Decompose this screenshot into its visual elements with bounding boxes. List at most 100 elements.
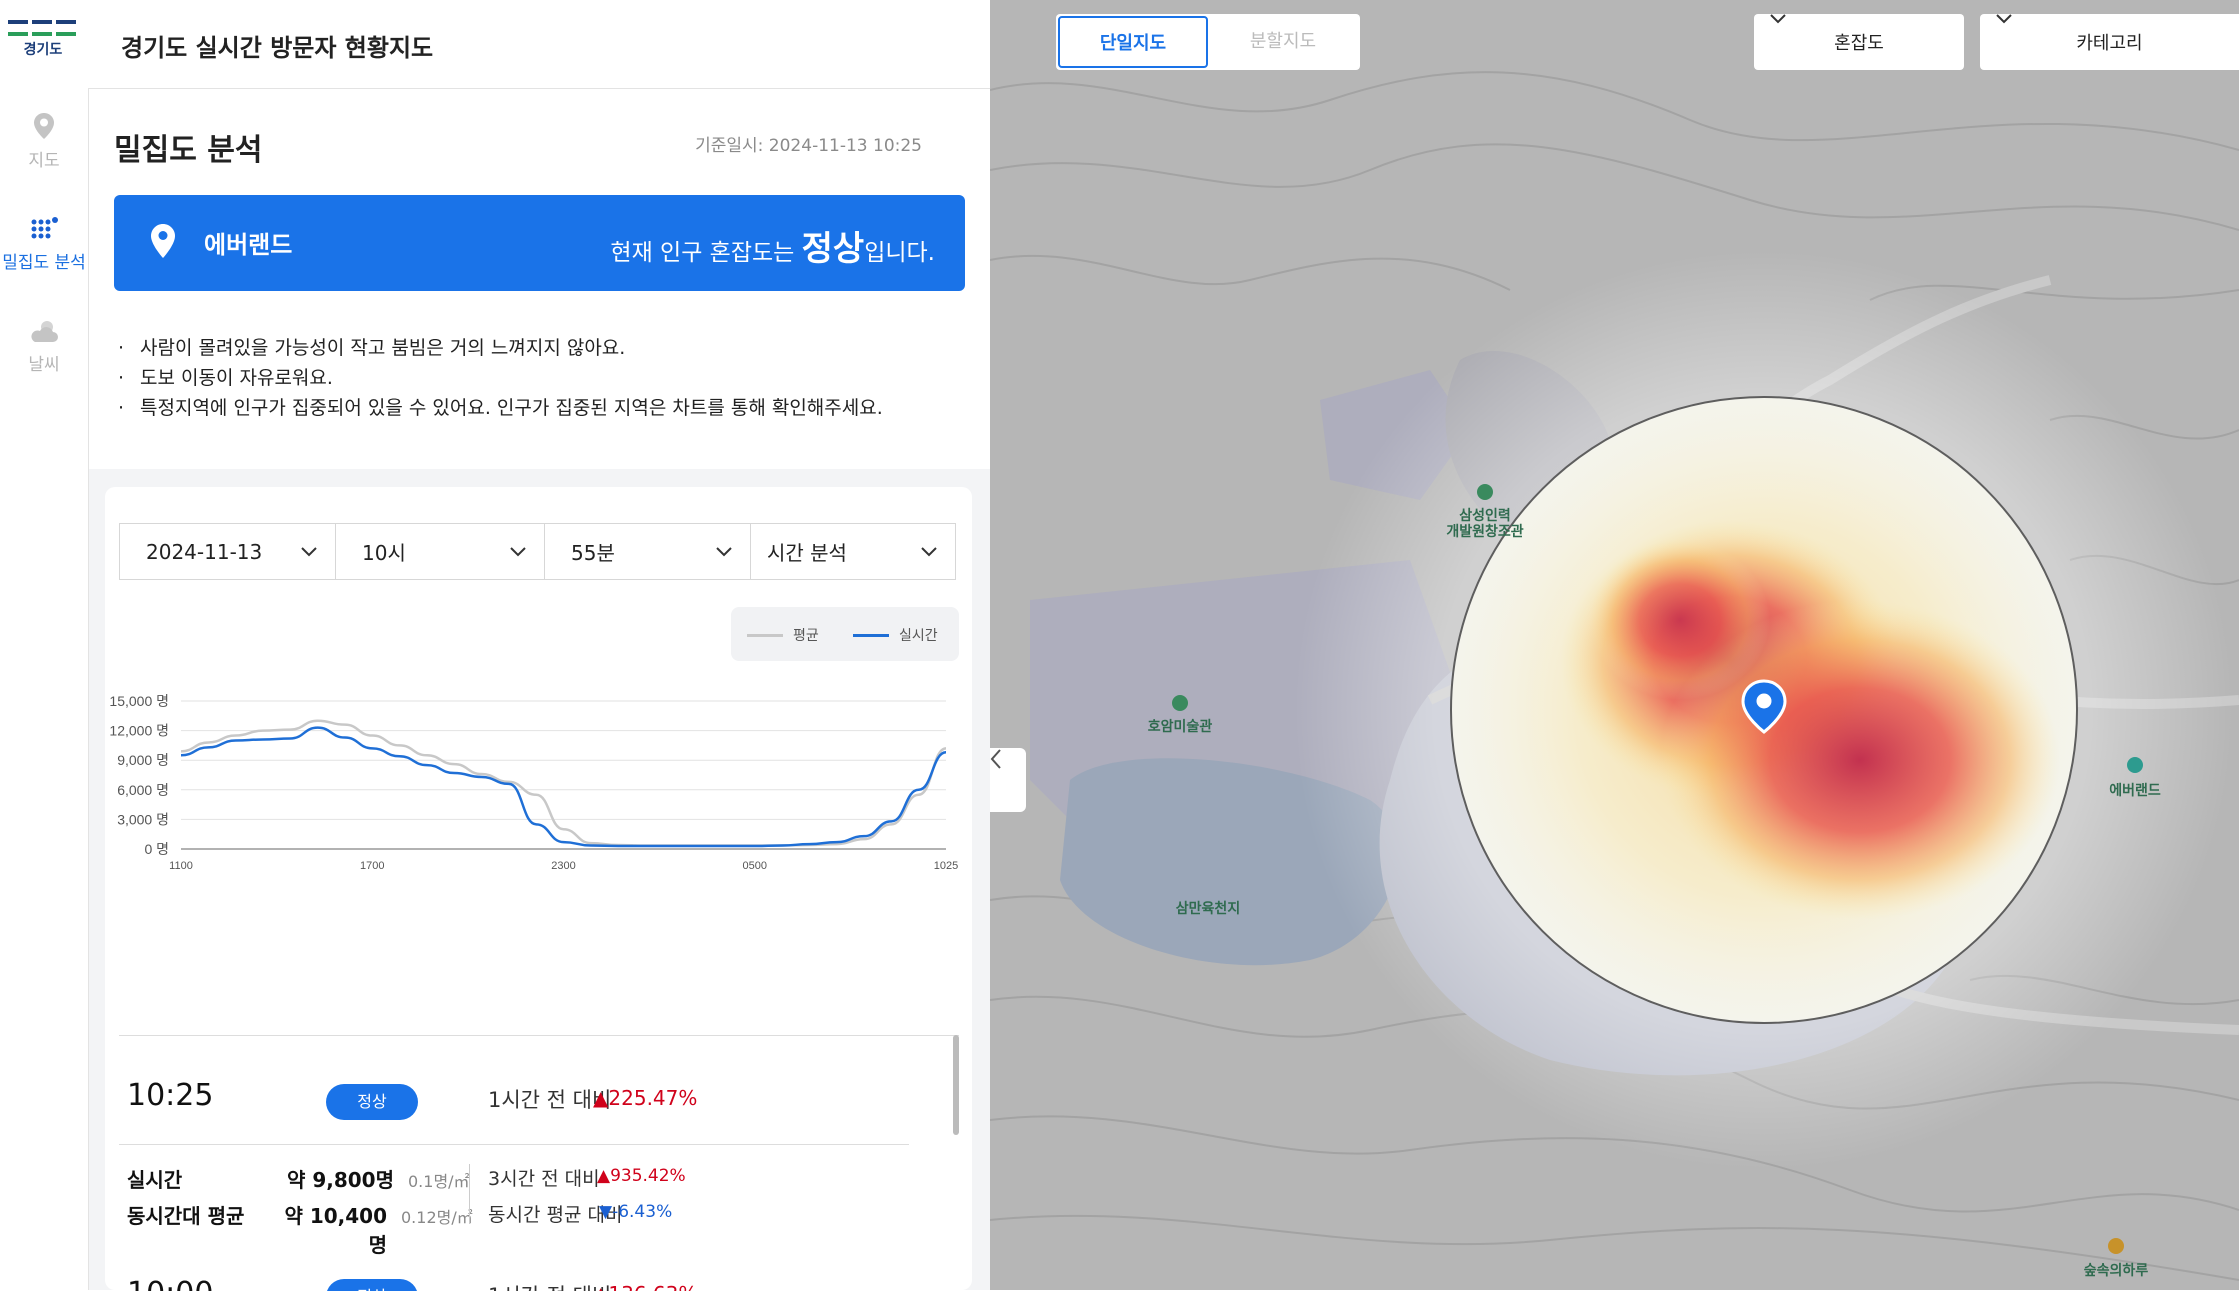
nav-label-map: 지도 xyxy=(28,151,60,171)
chart-legend: 평균 실시간 xyxy=(731,607,959,661)
congestion-dropdown-label: 혼잡도 xyxy=(1834,33,1884,54)
gyeonggi-logo[interactable]: 경기도 xyxy=(8,20,78,66)
map-canvas xyxy=(990,0,2239,1290)
avg-compare-percent: -6.43% xyxy=(612,1202,673,1222)
realtime-density: 0.1명/㎡ xyxy=(408,1172,470,1191)
legend-swatch xyxy=(747,633,783,637)
center-marker xyxy=(1477,484,1493,500)
single-map-button[interactable]: 단일지도 xyxy=(1058,16,1208,68)
map-pin-icon xyxy=(34,113,54,139)
everland-label: 에버랜드 xyxy=(2109,783,2161,799)
status-badge: 정상 xyxy=(326,1279,418,1291)
chart-grid xyxy=(181,700,946,850)
museum-marker xyxy=(1172,695,1188,711)
x-tick-label: 2300 xyxy=(551,860,575,872)
hour-select[interactable]: 10시 xyxy=(335,523,545,580)
lake-label: 삼만육천지 xyxy=(1175,901,1241,917)
minute-select[interactable]: 55분 xyxy=(544,523,751,580)
stats-list: 10:25 정상 1시간 전 대비 ▲225.47% 실시간 약 9,800명 … xyxy=(119,1035,959,1291)
chevron-down-icon xyxy=(921,546,937,556)
congestion-dropdown[interactable]: 혼잡도 xyxy=(1754,14,1964,70)
avg-value: 약 10,400명 xyxy=(284,1204,387,1257)
chevron-down-icon xyxy=(716,546,732,556)
museum-label: 호암미술관 xyxy=(1147,719,1213,735)
base-timestamp: 기준일시: 2024-11-13 10:25 xyxy=(695,136,922,156)
minute-select-value: 55분 xyxy=(571,541,615,565)
x-axis-labels: 1100 1700 2300 0500 1025 xyxy=(169,860,958,872)
analysis-card: 2024-11-13 10시 55분 시간 분석 평균 실시간 15,000 명… xyxy=(105,487,972,1291)
chevron-down-icon xyxy=(510,546,526,556)
lodge-label: 숲속의하루 xyxy=(2083,1263,2149,1279)
chart-lines xyxy=(180,719,947,848)
nav-item-map[interactable]: 지도 xyxy=(0,112,88,171)
note-item: 도보 이동이 자유로워요. xyxy=(114,363,974,393)
split-map-button[interactable]: 분할지도 xyxy=(1208,16,1358,68)
analysis-mode-select[interactable]: 시간 분석 xyxy=(750,523,956,580)
app-title: 경기도 실시간 방문자 현황지도 xyxy=(121,34,434,62)
status-value: 정상 xyxy=(801,229,865,269)
category-dropdown[interactable]: 카테고리 xyxy=(1980,14,2239,70)
stats-scrollbar[interactable] xyxy=(953,1035,959,1135)
y-tick-label: 3,000 명 xyxy=(117,811,169,827)
nav-item-weather[interactable]: 날씨 xyxy=(0,318,88,375)
hour-compare-value: ▲225.47% xyxy=(593,1086,697,1110)
avg-density: 0.12명/㎡ xyxy=(401,1208,473,1227)
stat-time: 10:00 xyxy=(127,1276,213,1291)
down-arrow-icon: ▼ xyxy=(599,1202,613,1222)
chevron-left-icon xyxy=(990,749,1001,769)
x-tick-label: 1025 xyxy=(934,860,958,872)
panel-title: 밀집도 분석 xyxy=(114,133,263,168)
three-hour-value: ▲935.42% xyxy=(597,1166,686,1186)
chevron-down-icon xyxy=(1996,14,2012,24)
average-series-line xyxy=(180,719,947,847)
status-prefix: 현재 인구 혼잡도는 xyxy=(610,240,802,266)
note-item: 특정지역에 인구가 집중되어 있을 수 있어요. 인구가 집중된 지역은 차트를… xyxy=(114,393,974,423)
density-dots-icon xyxy=(31,217,58,239)
side-nav: 지도 밀집도 분석 날씨 xyxy=(0,88,89,1290)
app-header: 경기도 경기도 실시간 방문자 현황지도 xyxy=(0,0,990,89)
avg-compare-value: ▼-6.43% xyxy=(599,1202,672,1222)
map-mode-toggle: 단일지도 분할지도 xyxy=(1056,14,1360,70)
center-label: 삼성인력 개발원창조관 xyxy=(1446,508,1524,540)
y-axis-labels: 15,000 명 12,000 명 9,000 명 6,000 명 3,000 명 0 명 xyxy=(109,693,169,857)
legend-realtime-label: 실시간 xyxy=(899,628,938,644)
nav-label-density: 밀집도 분석 xyxy=(2,253,86,273)
lodge-marker xyxy=(2108,1238,2124,1254)
three-hour-percent: 935.42% xyxy=(610,1166,686,1186)
status-banner: 에버랜드 현재 인구 혼잡도는 정상입니다. xyxy=(114,195,965,291)
filter-bar: 2024-11-13 10시 55분 시간 분석 xyxy=(119,523,956,580)
stat-time: 10:25 xyxy=(127,1078,214,1113)
logo-mark xyxy=(8,20,78,36)
realtime-value: 약 9,800명 xyxy=(286,1168,394,1192)
congestion-status: 현재 인구 혼잡도는 정상입니다. xyxy=(610,221,935,270)
chevron-down-icon xyxy=(1770,14,1786,24)
status-notes: 사람이 몰려있을 가능성이 작고 붐빔은 거의 느껴지지 않아요. 도보 이동이… xyxy=(114,333,974,423)
everland-marker xyxy=(2127,757,2143,773)
panel-collapse-button[interactable] xyxy=(990,748,1026,812)
divider xyxy=(469,1164,470,1224)
legend-swatch xyxy=(853,633,889,637)
legend-realtime: 실시간 xyxy=(853,625,938,645)
hour-select-value: 10시 xyxy=(362,541,406,565)
up-arrow-icon: ▲ xyxy=(597,1166,611,1186)
up-arrow-icon: ▲ xyxy=(593,1086,609,1110)
location-pin-icon xyxy=(151,224,175,258)
x-tick-label: 1100 xyxy=(169,860,193,872)
three-hour-label: 3시간 전 대비 xyxy=(488,1168,600,1190)
y-tick-label: 15,000 명 xyxy=(109,693,169,709)
density-panel: 밀집도 분석 기준일시: 2024-11-13 10:25 에버랜드 현재 인구… xyxy=(89,89,990,1291)
x-tick-label: 0500 xyxy=(743,860,767,872)
y-tick-label: 0 명 xyxy=(144,841,169,857)
weather-cloud-icon xyxy=(31,321,58,342)
date-select[interactable]: 2024-11-13 xyxy=(119,523,336,580)
note-item: 사람이 몰려있을 가능성이 작고 붐빔은 거의 느껴지지 않아요. xyxy=(114,333,974,363)
legend-avg-label: 평균 xyxy=(793,628,819,644)
nav-label-weather: 날씨 xyxy=(28,355,60,375)
map-view[interactable]: 호암미술관 삼성인력 개발원창조관 삼만육천지 에버랜드 숲속의하루 단일지도 … xyxy=(990,0,2239,1290)
nav-item-density[interactable]: 밀집도 분석 xyxy=(0,216,88,273)
y-tick-label: 12,000 명 xyxy=(109,723,169,739)
date-select-value: 2024-11-13 xyxy=(146,539,263,564)
realtime-label: 실시간 xyxy=(127,1168,183,1192)
status-suffix: 입니다. xyxy=(864,240,935,266)
chevron-down-icon xyxy=(301,546,317,556)
